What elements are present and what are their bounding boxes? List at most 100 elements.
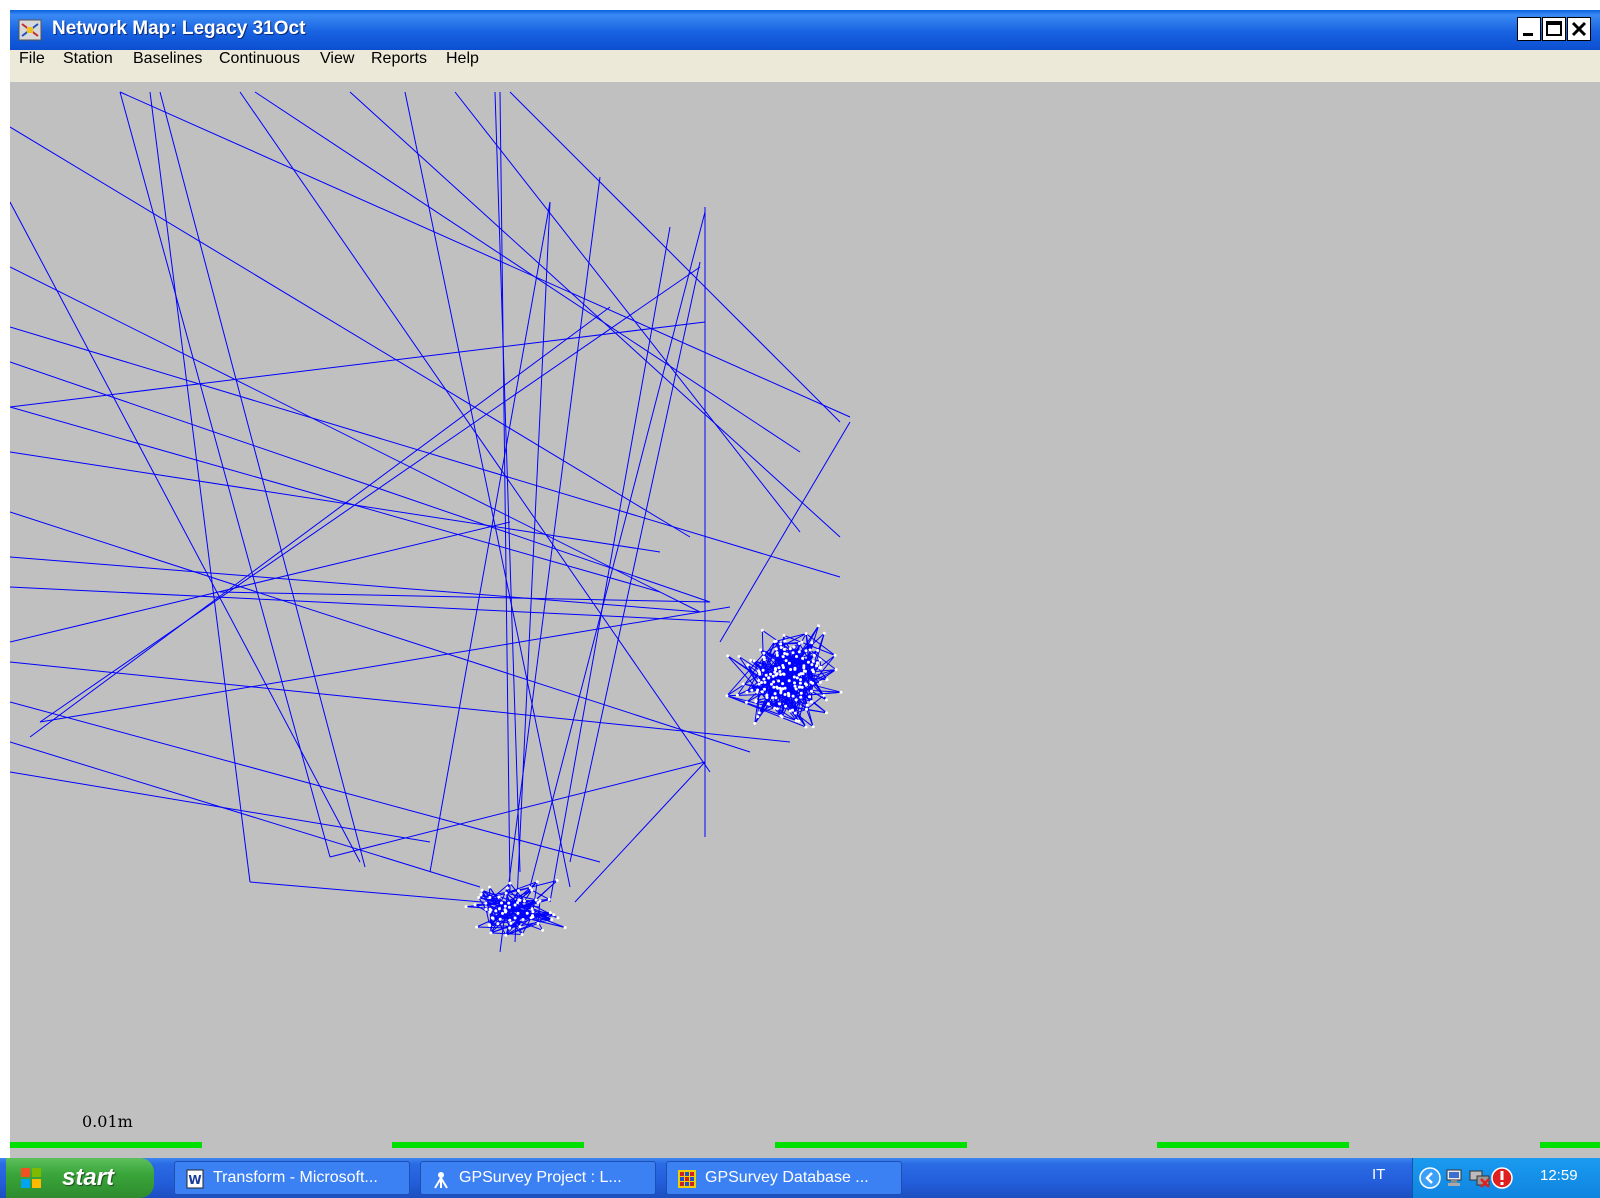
station-point — [563, 926, 567, 929]
disconnected-network-icon[interactable] — [1469, 1167, 1491, 1189]
station-point — [818, 658, 822, 662]
station-point — [534, 898, 538, 902]
station-point — [805, 707, 808, 711]
station-point — [791, 651, 795, 655]
maximize-button[interactable] — [1542, 17, 1566, 41]
station-point — [753, 721, 757, 725]
start-button[interactable]: start — [6, 1158, 154, 1198]
language-indicator[interactable]: IT — [1372, 1166, 1385, 1183]
station-point — [501, 911, 504, 915]
station-point — [767, 676, 771, 680]
station-point — [787, 661, 791, 665]
menu-baselines[interactable]: Baselines — [133, 50, 202, 82]
station-point — [772, 685, 776, 689]
station-point — [770, 682, 773, 686]
security-alert-icon[interactable] — [1491, 1167, 1513, 1189]
progress-segment — [1540, 1142, 1600, 1148]
station-point — [762, 677, 766, 681]
progress-segment — [392, 1142, 584, 1148]
menu-view[interactable]: View — [320, 50, 354, 82]
station-point — [497, 895, 501, 899]
station-point — [759, 648, 763, 652]
station-point — [513, 903, 517, 907]
network-map-canvas[interactable]: 0.01m — [10, 82, 1600, 1158]
station-point — [737, 655, 741, 658]
station-point — [509, 921, 513, 925]
minimize-button[interactable] — [1517, 17, 1541, 41]
station-point — [809, 700, 813, 704]
show-hidden-icons-icon[interactable] — [1419, 1167, 1441, 1189]
clock[interactable]: 12:59 — [1540, 1167, 1578, 1184]
station-point — [516, 911, 520, 915]
baseline-line — [10, 321, 706, 408]
taskbar-button-gpsurvey-database[interactable]: GPSurvey Database ... — [666, 1161, 902, 1195]
close-button[interactable] — [1567, 17, 1591, 41]
station-point — [488, 924, 492, 927]
station-point — [834, 668, 838, 672]
taskbar-button-transform[interactable]: W Transform - Microsoft... — [174, 1161, 410, 1195]
baseline-line — [119, 91, 851, 418]
baseline-line — [10, 266, 701, 613]
station-point — [518, 925, 522, 929]
menu-file[interactable]: File — [19, 50, 45, 82]
station-point — [773, 692, 777, 696]
station-point — [745, 690, 749, 694]
station-point — [779, 691, 783, 695]
maximize-icon — [1546, 21, 1562, 36]
station-point — [775, 685, 779, 689]
station-point — [525, 911, 529, 915]
baseline-line — [10, 511, 751, 753]
station-point — [805, 683, 808, 687]
station-point — [535, 880, 539, 884]
station-point — [763, 687, 766, 691]
gpsurvey-database-icon — [678, 1170, 696, 1188]
station-point — [782, 672, 786, 676]
station-point — [508, 918, 512, 922]
station-point — [725, 694, 729, 698]
menu-continuous[interactable]: Continuous — [219, 50, 300, 82]
station-point — [808, 648, 812, 652]
window-title: Network Map: Legacy 31Oct — [52, 18, 306, 39]
station-point — [785, 652, 789, 656]
station-point — [769, 672, 772, 676]
station-point — [809, 680, 813, 684]
station-point — [787, 679, 791, 683]
station-point — [800, 685, 804, 689]
menu-bar: File Station Baselines Continuous View R… — [10, 50, 1600, 82]
station-point — [762, 658, 766, 662]
station-point — [795, 676, 799, 680]
station-point — [788, 647, 792, 651]
menu-help[interactable]: Help — [446, 50, 479, 82]
station-point — [775, 653, 779, 657]
scale-bar-label: 0.01m — [82, 1112, 133, 1131]
station-point — [757, 679, 761, 682]
title-bar[interactable]: Network Map: Legacy 31Oct — [10, 10, 1600, 50]
station-point — [779, 646, 783, 649]
baseline-network-plot — [10, 91, 851, 953]
station-point — [774, 647, 778, 651]
station-point — [806, 660, 810, 664]
station-point — [480, 888, 484, 892]
taskbar-button-gpsurvey-project[interactable]: GPSurvey Project : L... — [420, 1161, 656, 1195]
station-point — [760, 681, 763, 684]
station-point — [810, 663, 814, 667]
station-point — [547, 897, 551, 901]
network-tray-icon[interactable] — [1445, 1167, 1467, 1189]
station-point — [799, 672, 803, 676]
station-point — [541, 928, 545, 932]
station-point — [496, 922, 500, 926]
station-point — [765, 696, 769, 699]
station-point — [779, 642, 783, 646]
baseline-line — [254, 91, 801, 453]
station-point — [536, 921, 540, 925]
menu-reports[interactable]: Reports — [371, 50, 427, 82]
menu-station[interactable]: Station — [63, 50, 113, 82]
station-point — [799, 691, 803, 695]
station-point — [775, 707, 779, 711]
station-point — [801, 656, 805, 660]
station-point — [804, 632, 808, 636]
station-point — [804, 649, 808, 653]
station-point — [520, 933, 524, 936]
station-point — [811, 659, 815, 663]
baseline-line — [10, 771, 431, 843]
